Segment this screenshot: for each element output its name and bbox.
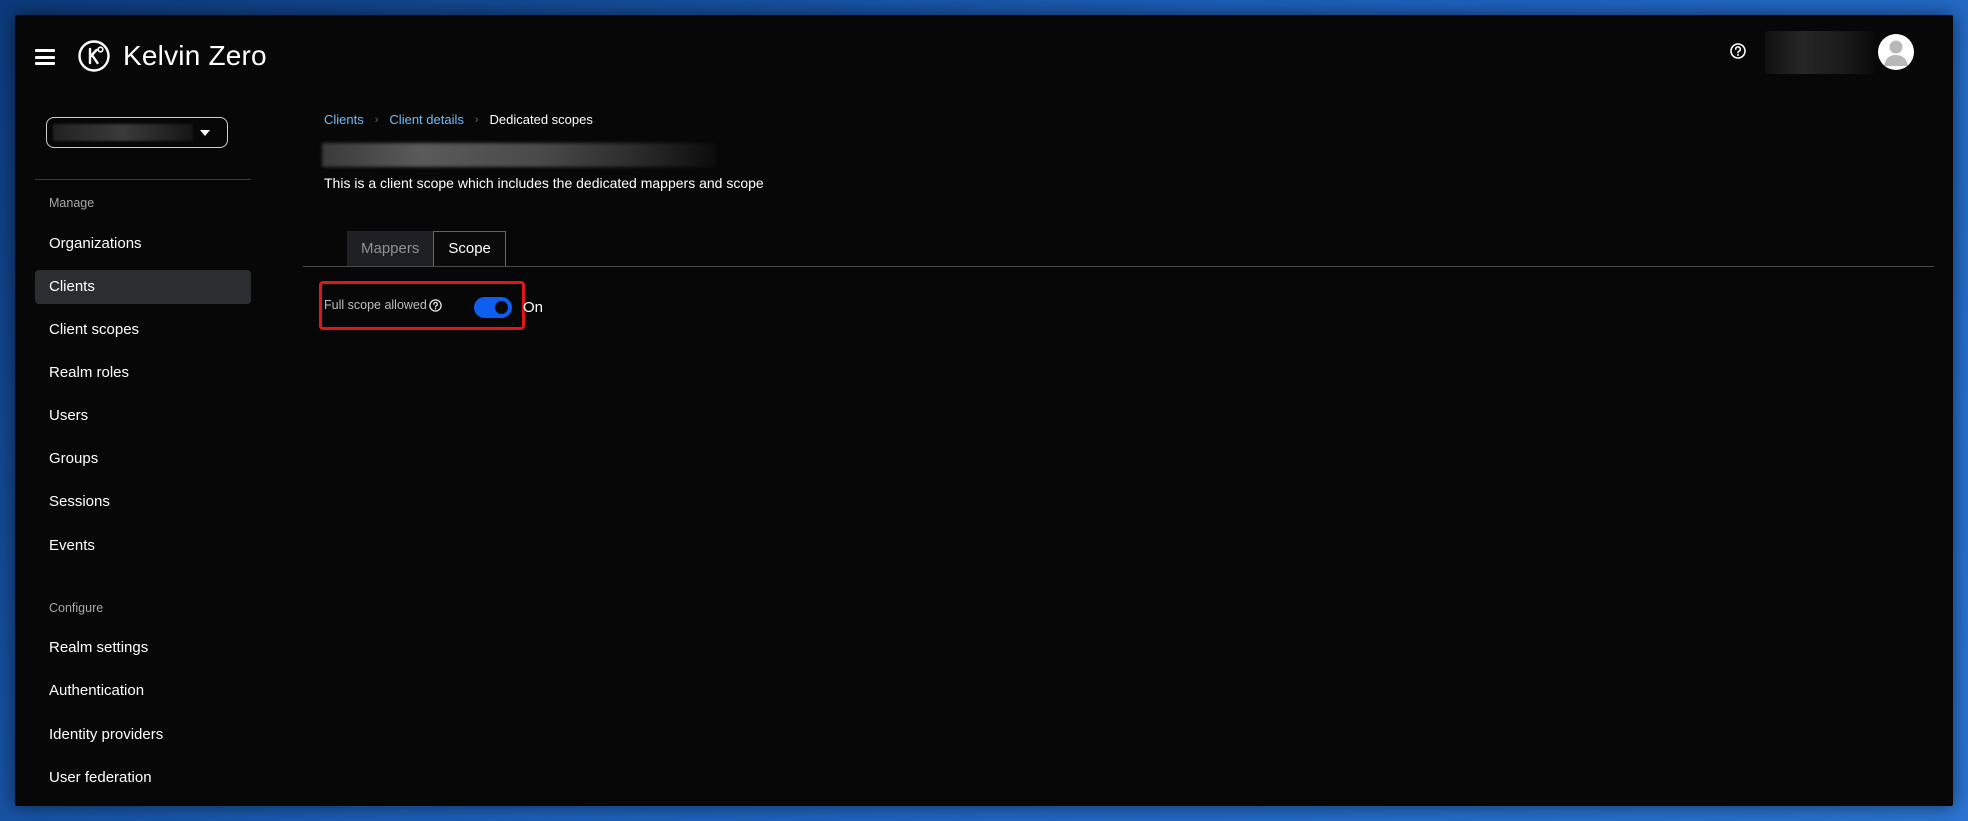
brand-name: Kelvin Zero xyxy=(123,40,267,71)
tab-scope[interactable]: Scope xyxy=(433,231,506,266)
page-description: This is a client scope which includes th… xyxy=(324,175,764,191)
tab-bar: Mappers Scope xyxy=(347,231,506,266)
breadcrumb-clients[interactable]: Clients xyxy=(324,112,364,127)
toggle-knob xyxy=(495,301,508,314)
breadcrumb-client-details[interactable]: Client details xyxy=(389,112,463,127)
sidebar-item-users[interactable]: Users xyxy=(35,399,251,433)
chevron-right-icon: › xyxy=(374,113,379,126)
sidebar-item-user-federation[interactable]: User federation xyxy=(35,761,251,795)
sidebar-section-configure: Configure xyxy=(49,601,104,615)
hamburger-menu-icon[interactable] xyxy=(35,49,55,65)
sidebar-item-events[interactable]: Events xyxy=(35,529,251,563)
sidebar-item-identity-providers[interactable]: Identity providers xyxy=(35,718,251,752)
kelvin-zero-logo-icon xyxy=(78,40,110,72)
full-scope-toggle[interactable] xyxy=(474,297,512,318)
caret-down-icon xyxy=(200,130,210,136)
realm-selector[interactable] xyxy=(46,117,228,148)
breadcrumb: Clients › Client details › Dedicated sco… xyxy=(324,112,593,127)
full-scope-label: Full scope allowed xyxy=(324,298,427,312)
full-scope-toggle-label: On xyxy=(523,299,544,316)
user-name-redacted[interactable] xyxy=(1765,31,1875,74)
page-title-redacted xyxy=(322,143,716,167)
user-avatar-icon[interactable] xyxy=(1878,34,1914,70)
sidebar-section-manage: Manage xyxy=(49,196,95,210)
chevron-right-icon: › xyxy=(474,113,479,126)
sidebar-item-client-scopes[interactable]: Client scopes xyxy=(35,313,251,347)
sidebar-item-clients[interactable]: Clients xyxy=(35,270,251,304)
sidebar-item-organizations[interactable]: Organizations xyxy=(35,227,251,261)
breadcrumb-current: Dedicated scopes xyxy=(489,112,593,127)
sidebar-divider xyxy=(35,179,251,180)
tab-mappers[interactable]: Mappers xyxy=(347,231,434,266)
app-window: Kelvin Zero Manage Organizations Clients… xyxy=(15,15,1953,806)
sidebar-item-sessions[interactable]: Sessions xyxy=(35,485,251,519)
tabs-divider xyxy=(303,266,1934,267)
help-circle-icon[interactable] xyxy=(428,298,443,313)
help-circle-icon[interactable] xyxy=(1728,41,1748,61)
realm-name-redacted xyxy=(53,124,193,141)
sidebar-item-realm-settings[interactable]: Realm settings xyxy=(35,631,251,665)
sidebar-item-realm-roles[interactable]: Realm roles xyxy=(35,356,251,390)
sidebar-item-authentication[interactable]: Authentication xyxy=(35,674,251,708)
sidebar-item-groups[interactable]: Groups xyxy=(35,442,251,476)
